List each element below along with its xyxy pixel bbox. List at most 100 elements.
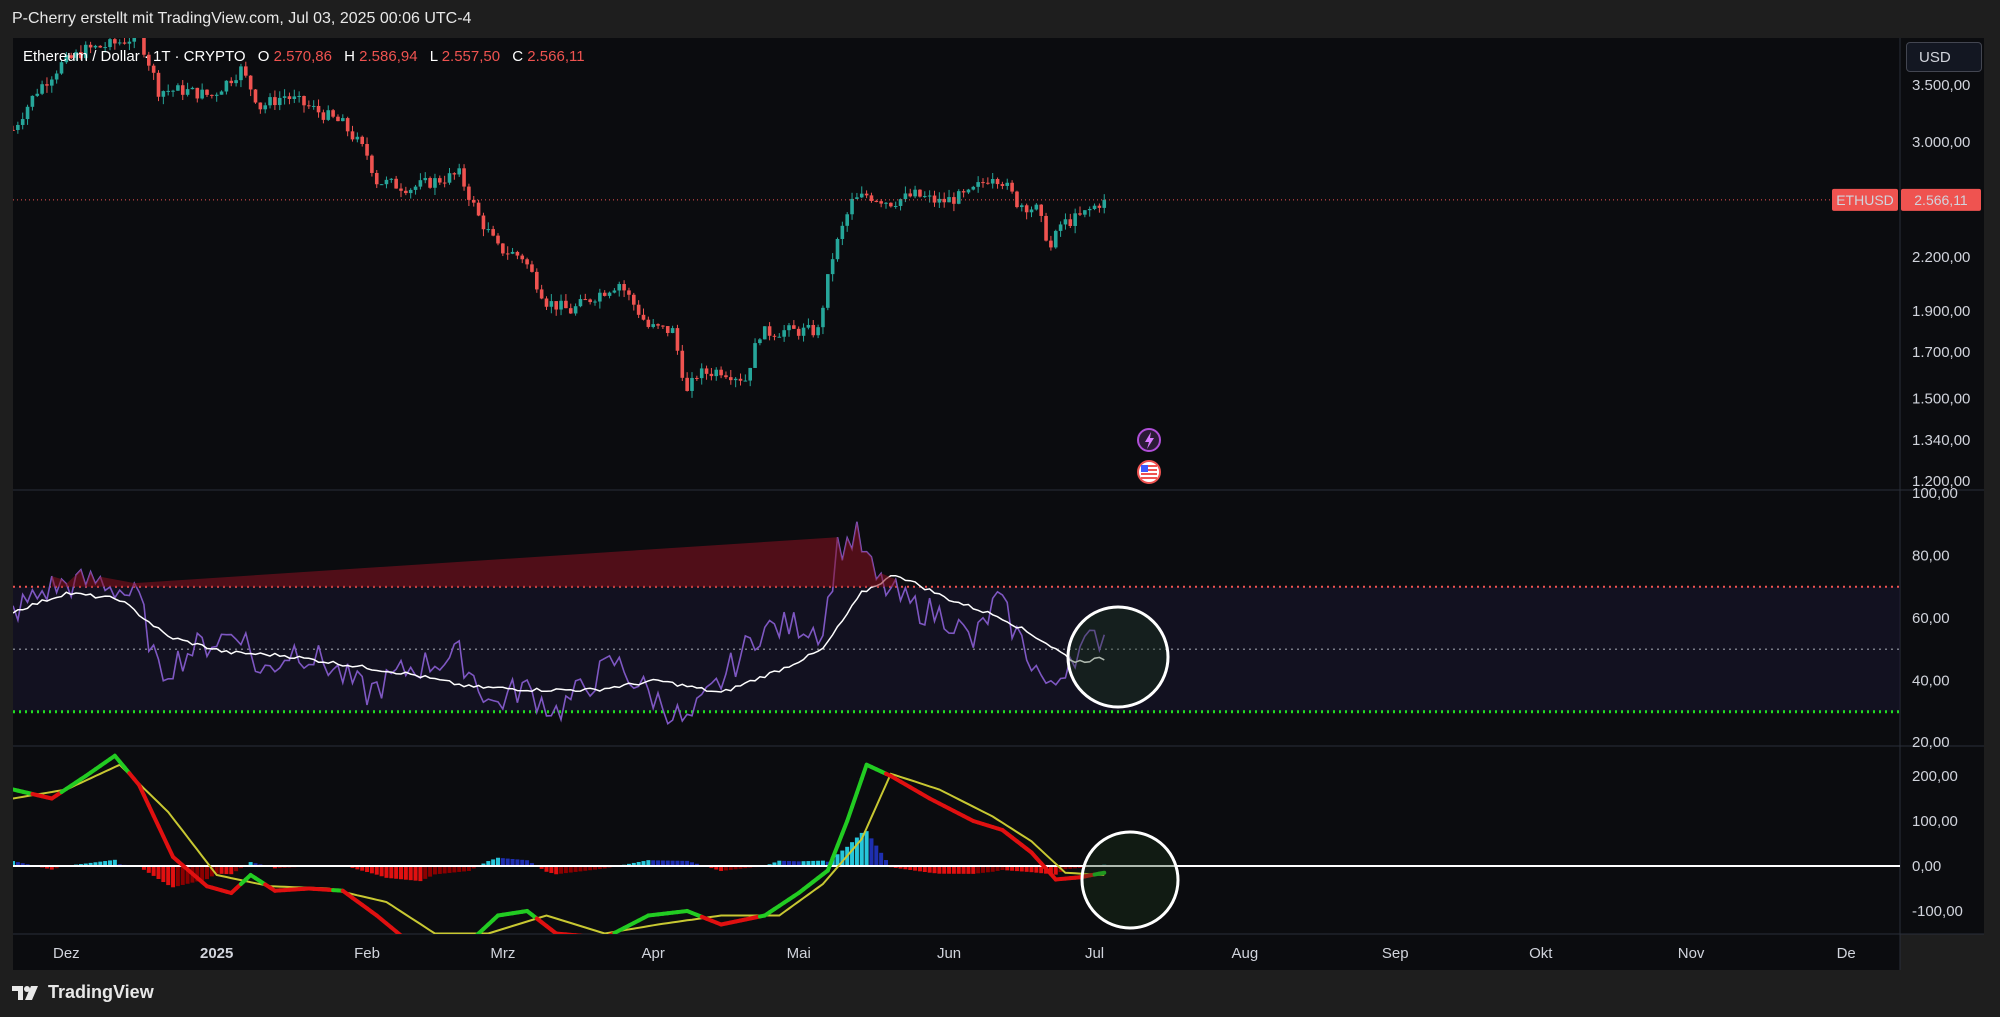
candle-body [913, 189, 917, 197]
candle-body [826, 274, 830, 308]
candle-body [476, 202, 481, 216]
candle-body [714, 369, 719, 377]
candle-body [510, 251, 515, 254]
candle-body [685, 377, 689, 391]
candle-body [821, 307, 825, 328]
macd-hist-bar [942, 866, 947, 874]
candle-body [273, 97, 277, 106]
macd-hist-bar [384, 866, 389, 878]
candle-body [316, 105, 321, 113]
candle-body [25, 106, 30, 120]
macd-hist-bar [369, 866, 374, 874]
candle-body [845, 214, 849, 226]
candle-body [986, 182, 990, 184]
macd-hist-bar [423, 866, 428, 879]
candle-body [859, 193, 864, 198]
candle-body [544, 298, 549, 307]
candle-body [990, 178, 995, 184]
candle-body [801, 327, 806, 336]
macd-hist-bar [442, 866, 447, 874]
candle-body [525, 259, 529, 265]
candle-body [835, 238, 840, 260]
candle-body [539, 289, 544, 299]
candle-body [321, 112, 326, 120]
candle-body [297, 96, 301, 98]
candle-body [709, 373, 714, 377]
macd-hist-bar [869, 838, 874, 866]
candle-body [1068, 219, 1073, 226]
time-tick-label: Apr [642, 945, 665, 962]
candle-body [161, 91, 166, 97]
candle-body [617, 284, 622, 291]
macd-hist-bar [879, 852, 884, 866]
candle-body [108, 39, 112, 48]
candle-body [670, 328, 675, 333]
candle-body [428, 178, 432, 188]
price-tick-label: 3.500,00 [1912, 77, 1970, 94]
macd-tick-label: 200,00 [1912, 768, 1958, 785]
candle-body [1015, 191, 1019, 208]
time-tick-label: Aug [1232, 945, 1259, 962]
candle-body [258, 102, 263, 110]
macd-hist-bar [379, 866, 384, 877]
macd-hist-bar [1053, 866, 1058, 875]
candle-body [971, 186, 976, 190]
candle-body [127, 41, 132, 44]
candle-body [408, 189, 413, 194]
candle-body [176, 85, 180, 91]
candle-body [961, 191, 966, 193]
candle-body [598, 292, 602, 302]
candle-body [151, 65, 156, 73]
time-tick-label: Mrz [490, 945, 515, 962]
candle-body [918, 189, 922, 197]
candle-body [20, 119, 25, 125]
candle-body [855, 197, 859, 199]
candle-body [627, 290, 631, 295]
candle-body [1049, 240, 1053, 248]
candle-body [748, 367, 752, 381]
candle-body [30, 95, 35, 107]
candle-body [767, 326, 772, 336]
candle-body [787, 325, 791, 331]
candle-body [830, 259, 835, 275]
candle-body [1029, 209, 1034, 213]
legend-symbol: Ethereum / Dollar · 1T · CRYPTO [23, 48, 246, 65]
macd-hist-bar [389, 866, 394, 879]
candle-body [981, 182, 985, 184]
candle-body [418, 180, 423, 187]
candle-body [1078, 213, 1082, 215]
candle-body [690, 377, 694, 391]
macd-hist-bar [563, 866, 568, 874]
candle-body [224, 80, 229, 92]
candle-body [515, 251, 520, 256]
candle-body [190, 87, 195, 90]
candle-body [549, 301, 554, 307]
macd-hist-bar [976, 866, 981, 874]
tradingview-logo[interactable]: TradingView [12, 982, 154, 1003]
macd-highlight-circle [1080, 830, 1180, 930]
price-tick-label: 2.200,00 [1912, 249, 1970, 266]
currency-button[interactable]: USD [1906, 42, 1982, 72]
candle-body [389, 178, 394, 180]
candle-body [607, 292, 612, 296]
candle-body [932, 195, 937, 203]
candle-body [782, 330, 786, 337]
candle-body [661, 325, 665, 327]
rsi-tick-label: 40,00 [1912, 673, 1950, 690]
time-tick-label: Jun [937, 945, 961, 962]
macd-hist-bar [428, 866, 433, 877]
macd-hist-bar [219, 866, 224, 874]
candle-body [438, 178, 442, 183]
candle-body [733, 378, 738, 381]
time-tick-label: Sep [1382, 945, 1409, 962]
lightning-event-icon[interactable] [1137, 428, 1161, 452]
chart-canvas[interactable]: 3.500,00 3.000,00 2.200,00 1.900,00 1.700,00… [0, 0, 2000, 972]
candle-body [656, 324, 660, 326]
candle-body [404, 190, 408, 194]
candle-body [646, 319, 651, 327]
candle-body [307, 105, 311, 107]
us-flag-event-icon[interactable] [1137, 460, 1161, 484]
candle-body [675, 328, 680, 351]
candle-body [205, 89, 209, 95]
candle-body [244, 66, 248, 76]
